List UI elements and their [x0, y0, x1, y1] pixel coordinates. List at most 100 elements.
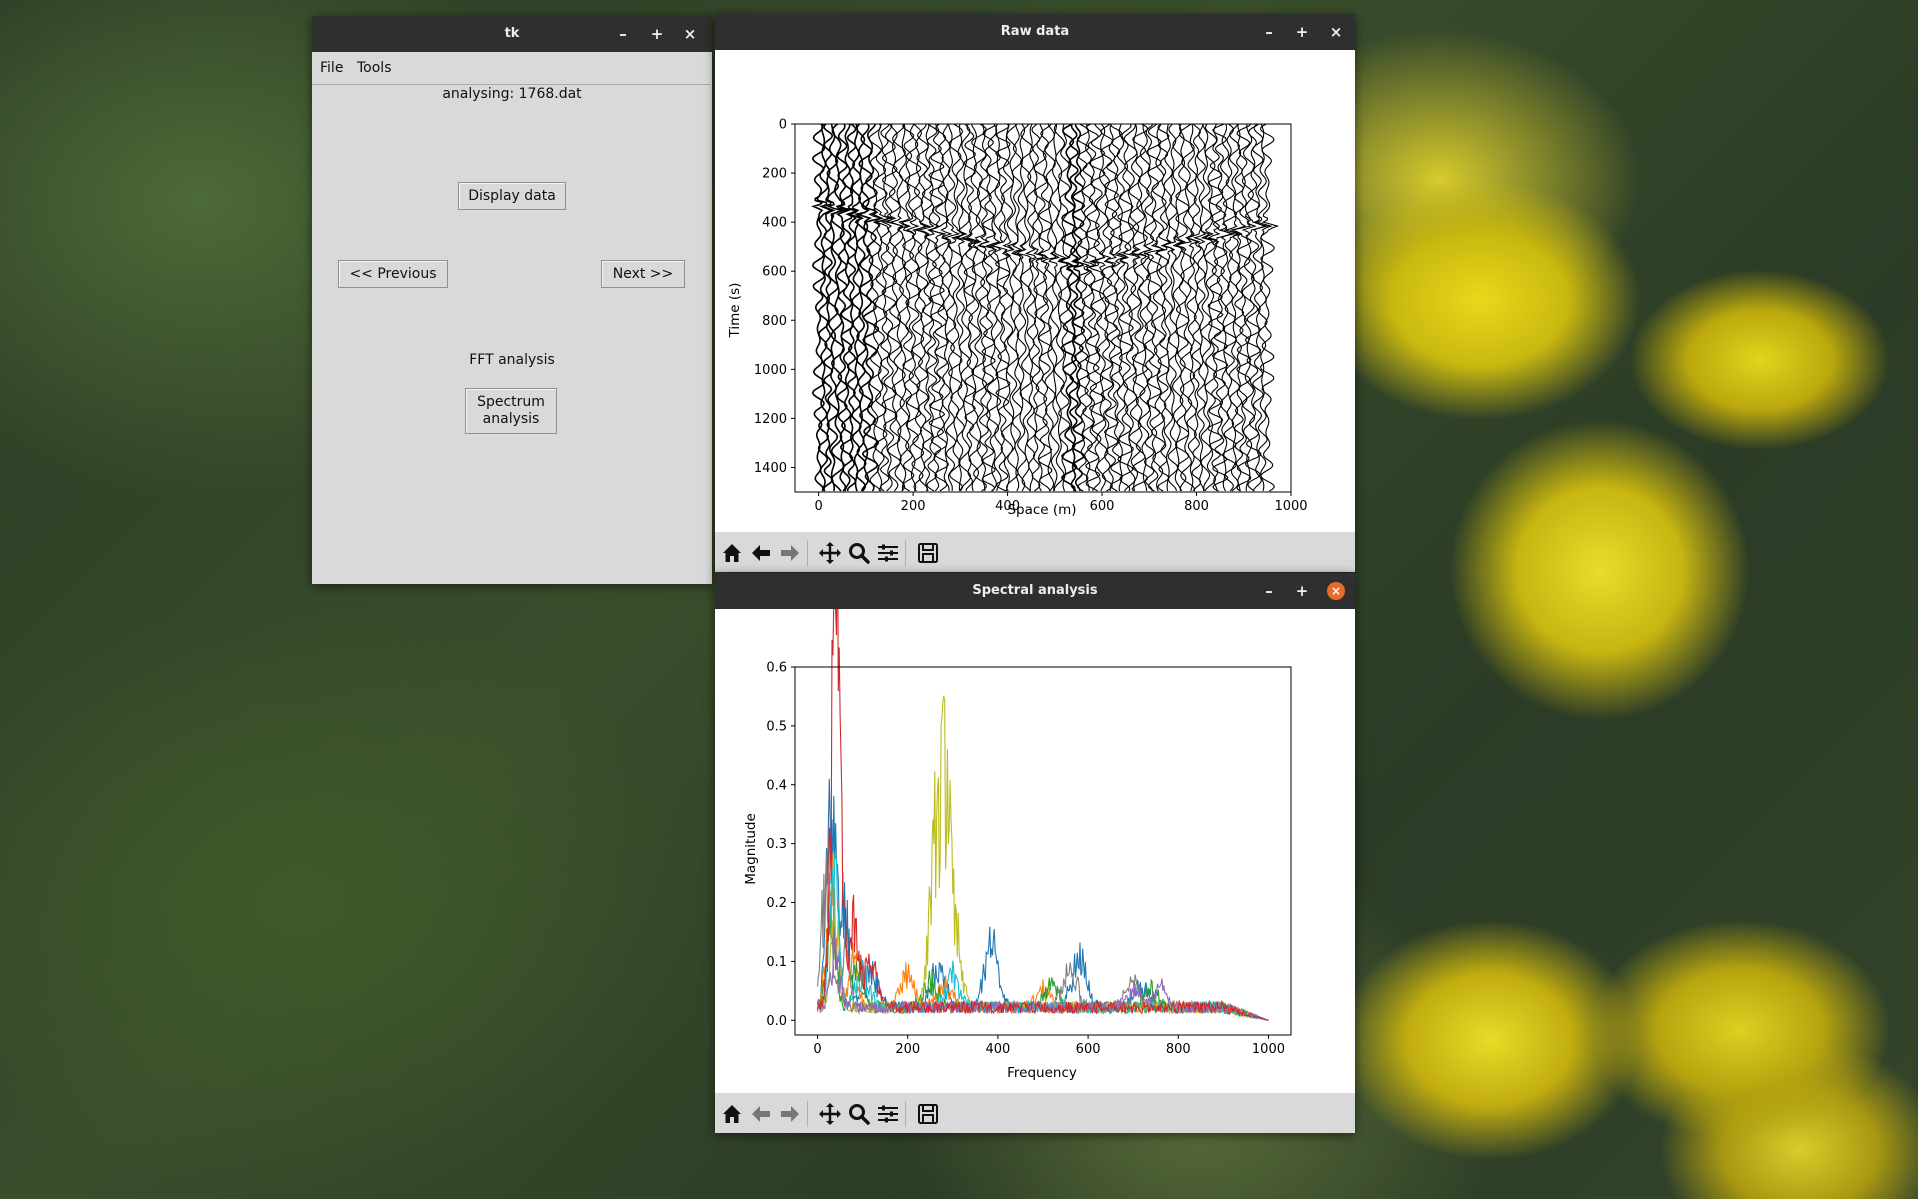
y-tick-label: 0.0 [766, 1014, 787, 1029]
menu-tools[interactable]: Tools [357, 60, 392, 76]
raw-data-chart[interactable]: 0 200 400 600 800 100002004006008001000120014… [715, 50, 1355, 532]
pan-icon[interactable] [818, 1102, 842, 1126]
desktop: { "desktop": {"background": "yellow flow… [0, 0, 1918, 1199]
maximize-icon[interactable]: + [1293, 23, 1311, 41]
x-tick-label: 800 [1184, 499, 1209, 514]
save-icon[interactable] [916, 1102, 940, 1126]
seismic-trace [901, 124, 915, 492]
configure-subplots-icon[interactable] [876, 1102, 900, 1126]
seismic-trace [1161, 124, 1179, 492]
seismic-trace [1150, 124, 1167, 492]
seismic-trace [985, 124, 1002, 492]
spectral-titlebar[interactable]: Spectral analysis – + × [715, 573, 1355, 609]
spectrum-series-group [816, 484, 1269, 1021]
y-tick-label: 600 [762, 265, 787, 280]
pan-icon[interactable] [818, 541, 842, 565]
seismic-trace [1244, 124, 1270, 492]
previous-button[interactable]: << Previous [338, 260, 448, 288]
x-axis-label: Frequency [1007, 1065, 1077, 1081]
minimize-icon[interactable]: – [614, 25, 632, 43]
spectral-plot-area: 0 200 400 600 800 1000 0.0 0.1 0.2 0.3 0.4 0.5 0.6 F… [715, 484, 1355, 1093]
y-axis-label: Magnitude [743, 813, 759, 885]
y-tick-label: 400 [762, 216, 787, 231]
forward-arrow-icon[interactable] [778, 541, 802, 565]
y-tick-label: 1200 [754, 412, 787, 427]
x-tick-label: 0 [814, 499, 822, 514]
seismic-trace [1123, 124, 1141, 492]
zoom-icon[interactable] [847, 1102, 871, 1126]
minimize-icon[interactable]: – [1260, 23, 1278, 41]
x-tick-label: 400 [985, 1042, 1010, 1057]
home-icon[interactable] [720, 541, 744, 565]
y-tick-label: 1400 [754, 461, 787, 476]
save-icon[interactable] [916, 541, 940, 565]
raw-toolbar [715, 532, 1355, 572]
y-axis-label: Time (s) [727, 283, 743, 339]
close-icon[interactable]: × [681, 25, 699, 43]
y-tick-label: 0.3 [766, 837, 787, 852]
y-tick-label: 0 [779, 118, 787, 133]
spectrum-button-line1: Spectrum [477, 394, 545, 410]
trace-group [811, 124, 1280, 492]
seismic-trace [965, 124, 982, 492]
spectrum-series [816, 695, 1269, 1021]
configure-subplots-icon[interactable] [876, 541, 900, 565]
window-title: Spectral analysis [972, 583, 1098, 598]
raw-titlebar[interactable]: Raw data – + × [715, 14, 1355, 50]
menu-bar: File Tools [312, 52, 710, 85]
window-title: Raw data [1000, 24, 1070, 39]
spectrum-series [816, 484, 1269, 1021]
x-tick-label: 600 [1076, 1042, 1101, 1057]
raw-plot-area: 0 200 400 600 800 1000 0 200 400 600 800 1000 1200 14… [715, 50, 1355, 532]
maximize-icon[interactable]: + [648, 25, 666, 43]
seismic-trace [1251, 124, 1268, 492]
close-icon[interactable]: × [1327, 23, 1345, 41]
y-tick-label: 0.5 [766, 719, 787, 734]
seismic-trace [977, 124, 991, 492]
x-tick-label: 200 [895, 1042, 920, 1057]
tk-titlebar[interactable]: tk – + × [312, 16, 712, 52]
minimize-icon[interactable]: – [1260, 582, 1278, 600]
zoom-icon[interactable] [847, 541, 871, 565]
display-data-button[interactable]: Display data [458, 182, 566, 210]
tk-window: tk – + × File Tools analysing: 1768.dat … [312, 16, 712, 584]
x-tick-label: 200 [901, 499, 926, 514]
spectral-chart[interactable]: 0 200 400 600 800 1000 0.0 0.1 0.2 0.3 0.4 0.5 0.6 F… [715, 484, 1355, 1093]
y-tick-label: 0.6 [766, 661, 787, 676]
spectral-toolbar [715, 1093, 1355, 1133]
spectrum-series [816, 854, 1269, 1021]
x-tick-label: 0 [813, 1042, 821, 1057]
seismic-trace [1259, 124, 1280, 492]
y-tick-label: 0.2 [766, 896, 787, 911]
home-icon[interactable] [720, 1102, 744, 1126]
y-tick-label: 1000 [754, 363, 787, 378]
maximize-icon[interactable]: + [1293, 582, 1311, 600]
y-tick-label: 0.1 [766, 955, 787, 970]
fft-analysis-label: FFT analysis [469, 352, 555, 368]
x-tick-label: 1000 [1274, 499, 1307, 514]
y-tick-label: 0.4 [766, 778, 787, 793]
y-tick-label: 200 [762, 167, 787, 182]
spectrum-series [816, 853, 1269, 1021]
spectrum-button-line2: analysis [482, 411, 540, 427]
status-label: analysing: 1768.dat [442, 86, 582, 102]
raw-data-window: Raw data – + × 0 200 400 600 800 1000 0 200 400 6… [715, 14, 1355, 572]
next-button[interactable]: Next >> [601, 260, 685, 288]
x-tick-label: 800 [1166, 1042, 1191, 1057]
back-arrow-icon[interactable] [749, 1102, 773, 1126]
seismic-trace [1098, 124, 1117, 492]
back-arrow-icon[interactable] [749, 541, 773, 565]
seismic-trace [955, 124, 974, 492]
seismic-trace [815, 124, 833, 492]
seismic-trace [989, 124, 1012, 492]
spectrum-analysis-button[interactable]: Spectrum analysis [465, 388, 557, 434]
menu-file[interactable]: File [320, 60, 343, 76]
x-axis-label: Space (m) [1007, 502, 1076, 518]
x-tick-label: 600 [1090, 499, 1115, 514]
spectrum-series [816, 852, 1269, 1021]
seismic-trace [1199, 124, 1215, 492]
close-icon[interactable]: × [1327, 582, 1345, 600]
y-tick-label: 800 [762, 314, 787, 329]
seismic-trace [1048, 124, 1061, 492]
forward-arrow-icon[interactable] [778, 1102, 802, 1126]
